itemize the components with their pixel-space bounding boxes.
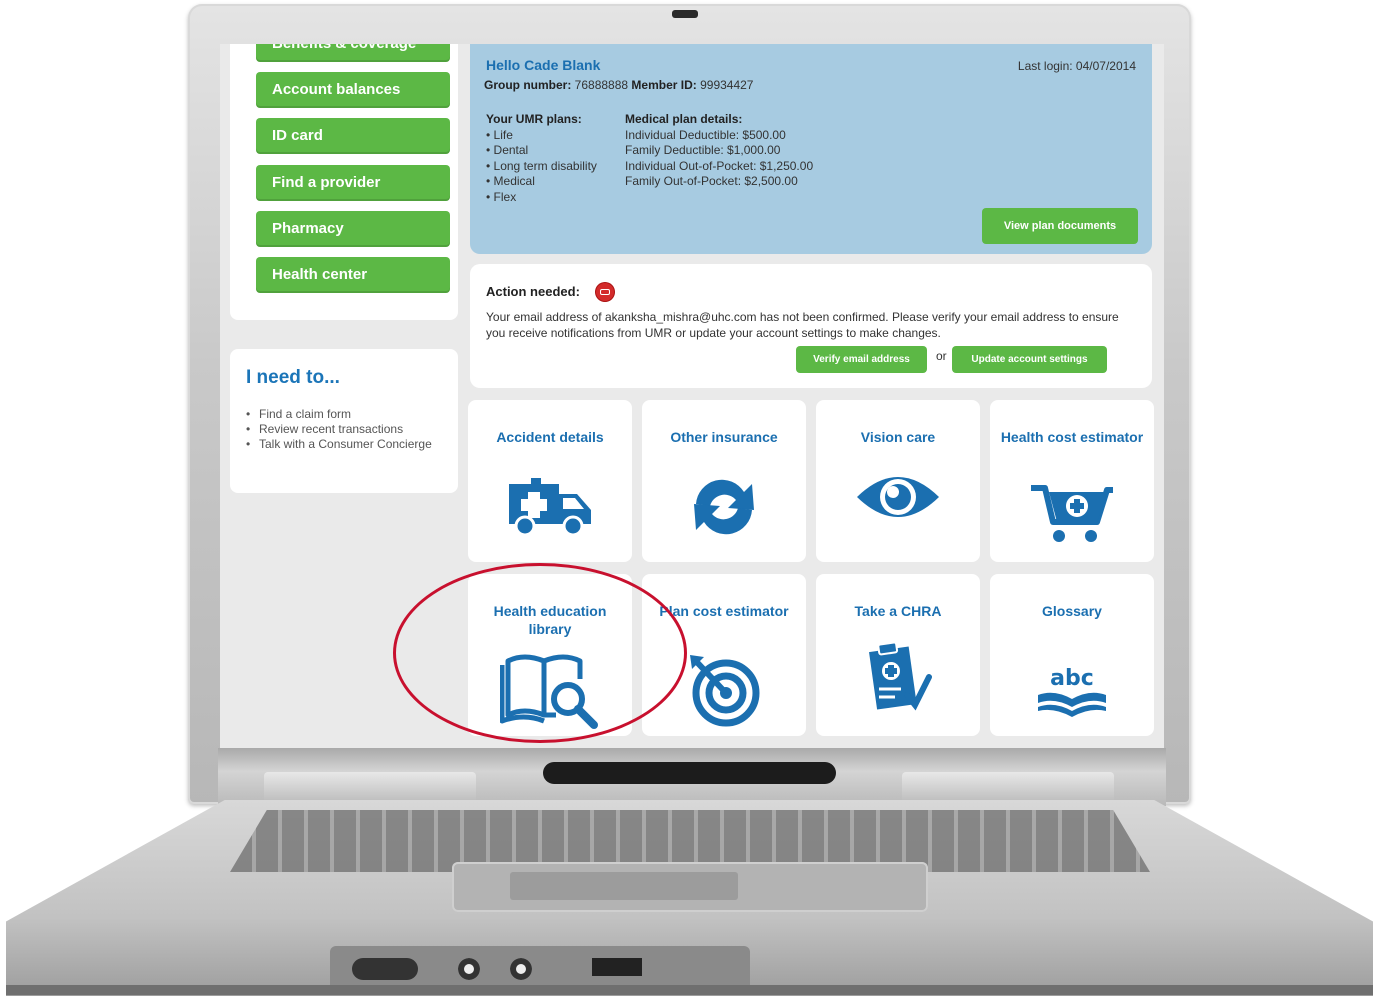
tile-label: Other insurance xyxy=(670,429,778,445)
nav-health-center[interactable]: Health center xyxy=(256,257,450,293)
group-label: Group number: xyxy=(484,78,572,92)
tile-other-insurance[interactable]: Other insurance xyxy=(642,400,806,562)
tile-label: Glossary xyxy=(1042,603,1102,619)
detail-item: Individual Out-of-Pocket: $1,250.00 xyxy=(625,158,814,173)
base-edge xyxy=(6,985,1373,995)
plan-item: • Medical xyxy=(486,174,535,188)
audio-jack-icon xyxy=(510,958,532,980)
webcam-icon xyxy=(672,10,698,18)
nav-benefits-coverage[interactable]: Benefits & coverage xyxy=(256,44,450,62)
nav-find-provider[interactable]: Find a provider xyxy=(256,165,450,201)
details-title: Medical plan details: xyxy=(625,112,743,126)
or-separator: or xyxy=(936,349,947,363)
nav-id-card[interactable]: ID card xyxy=(256,118,450,154)
group-member-line: Group number: 76888888 Member ID: 999344… xyxy=(484,78,753,92)
hinge-left xyxy=(264,772,476,802)
refresh-arrows-icon xyxy=(642,462,806,552)
glossary-abc-text: abc xyxy=(1050,666,1094,691)
last-login: Last login: 04/07/2014 xyxy=(1017,59,1136,73)
i-need-to-list: Find a claim form Review recent transact… xyxy=(246,407,456,452)
group-number: 76888888 xyxy=(574,78,629,92)
tile-take-chra[interactable]: Take a CHRA xyxy=(816,574,980,736)
plan-item: • Flex xyxy=(486,189,517,204)
umr-plans: Your UMR plans: • Life • Dental • Long t… xyxy=(486,112,597,205)
tile-label: Vision care xyxy=(860,429,936,445)
card-slot-icon xyxy=(352,958,418,980)
plan-item: • Life xyxy=(486,127,513,142)
usb-port-icon xyxy=(592,958,642,976)
tile-label: Accident details xyxy=(496,429,604,445)
audio-jack-icon xyxy=(458,958,480,980)
tile-accident-details[interactable]: Accident details xyxy=(468,400,632,562)
i-need-to-title: I need to... xyxy=(246,367,340,388)
tile-label: Health cost estimator xyxy=(1000,429,1144,445)
hinge-bar xyxy=(543,762,836,784)
member-id: 99934427 xyxy=(700,78,754,92)
plans-title: Your UMR plans: xyxy=(486,112,582,126)
detail-item: Individual Deductible: $500.00 xyxy=(625,127,786,142)
highlight-circle xyxy=(393,563,687,743)
touchpad xyxy=(510,872,738,900)
update-account-settings-button[interactable]: Update account settings xyxy=(952,346,1107,373)
plan-item: • Long term disability xyxy=(486,158,597,173)
action-needed-panel: Action needed: Your email address of aka… xyxy=(470,264,1152,388)
greeting: Hello Cade Blank xyxy=(486,57,601,73)
link-consumer-concierge[interactable]: Talk with a Consumer Concierge xyxy=(246,437,456,452)
tile-label: Take a CHRA xyxy=(854,603,942,619)
link-claim-form[interactable]: Find a claim form xyxy=(246,407,456,422)
i-need-to-panel: I need to... Find a claim form Review re… xyxy=(230,349,458,493)
abc-book-icon: abc xyxy=(990,646,1154,736)
verify-email-button[interactable]: Verify email address xyxy=(796,346,927,373)
nav-pharmacy[interactable]: Pharmacy xyxy=(256,211,450,247)
member-label: Member ID: xyxy=(631,78,697,92)
medical-plan-details: Medical plan details: Individual Deducti… xyxy=(625,112,813,190)
laptop-screen: Benefits & coverage Account balances ID … xyxy=(220,44,1164,748)
tile-vision-care[interactable]: Vision care xyxy=(816,400,980,562)
eye-icon xyxy=(816,452,980,542)
tile-glossary[interactable]: Glossary abc xyxy=(990,574,1154,736)
email-alert-icon xyxy=(596,283,614,301)
action-needed-title: Action needed: xyxy=(486,284,580,299)
view-plan-documents-button[interactable]: View plan documents xyxy=(982,208,1138,244)
tile-health-cost-estimator[interactable]: Health cost estimator xyxy=(990,400,1154,562)
plan-item: • Dental xyxy=(486,143,529,157)
action-message: Your email address of akanksha_mishra@uh… xyxy=(486,310,1119,340)
ambulance-icon xyxy=(468,462,632,552)
sidebar-nav: Benefits & coverage Account balances ID … xyxy=(230,44,458,320)
medical-cart-icon xyxy=(990,468,1154,558)
account-summary: Hello Cade Blank Last login: 04/07/2014 … xyxy=(470,44,1152,254)
hinge-right xyxy=(902,772,1114,802)
clipboard-check-icon xyxy=(816,634,980,724)
detail-item: Family Out-of-Pocket: $2,500.00 xyxy=(625,174,798,188)
nav-account-balances[interactable]: Account balances xyxy=(256,72,450,108)
link-recent-transactions[interactable]: Review recent transactions xyxy=(246,422,456,437)
detail-item: Family Deductible: $1,000.00 xyxy=(625,143,781,157)
